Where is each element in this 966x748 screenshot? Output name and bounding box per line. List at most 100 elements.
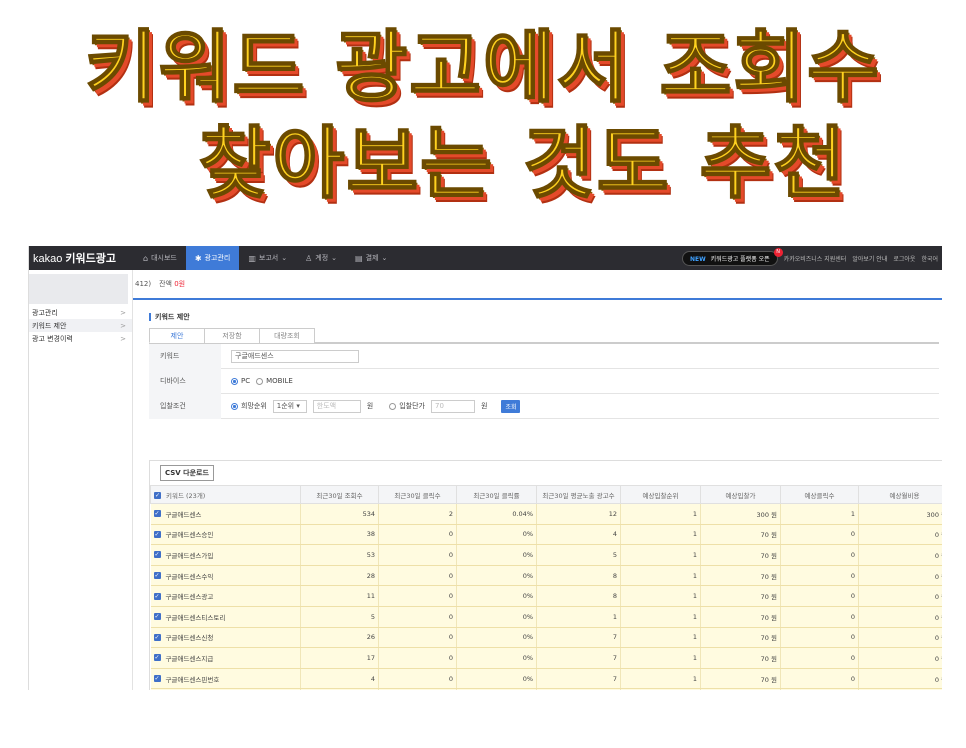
- metric-cell: 8: [536, 565, 621, 587]
- device-pc-radio[interactable]: PC: [231, 377, 250, 385]
- metric-cell: 1: [780, 503, 859, 525]
- table-row[interactable]: ✓구글애드센스승인3800%4170 원00 원: [150, 524, 942, 546]
- table-row[interactable]: ✓구글애드센스가입5300%5170 원00 원: [150, 544, 942, 566]
- nav-ad-management[interactable]: ✱ 광고관리: [185, 246, 240, 270]
- col-views[interactable]: 최근30일 조회수: [300, 485, 379, 504]
- bid-rank-select[interactable]: 1순위 ▾: [272, 399, 307, 413]
- chevron-down-icon: ⌄: [281, 254, 288, 262]
- account-selector[interactable]: [29, 274, 128, 304]
- balance-value: 0원: [174, 280, 186, 288]
- table-row[interactable]: ✓구글애드센스지급1700%7170 원00 원: [150, 647, 942, 669]
- checkbox-checked-icon[interactable]: ✓: [153, 551, 161, 559]
- title-marker: [149, 313, 151, 321]
- balance: 잔액 0원: [159, 280, 186, 288]
- search-button[interactable]: 조회: [501, 399, 521, 413]
- sidebar: 광고관리 > 키워드 제안 > 광고 변경이력 >: [29, 270, 133, 690]
- device-mobile-radio[interactable]: MOBILE: [256, 377, 293, 385]
- metric-cell: 0%: [456, 565, 537, 587]
- metric-cell: 0: [780, 524, 859, 546]
- nav-dashboard[interactable]: ⌂ 대시보드: [134, 246, 186, 270]
- tab-saved[interactable]: 저장함: [204, 328, 260, 343]
- keyword-text: 구글애드센스가입: [165, 551, 214, 560]
- bid-limit-input[interactable]: 한도액: [312, 399, 361, 413]
- col-ctr[interactable]: 최근30일 클릭률: [456, 485, 537, 504]
- nav-billing[interactable]: ▤ 결제 ⌄: [346, 246, 396, 270]
- table-row[interactable]: ✓구글애드센스핀번호400%7170 원00 원: [150, 668, 942, 690]
- metric-cell: 70 원: [700, 688, 781, 690]
- metric-cell: 0 원: [858, 585, 942, 607]
- col-est-rank[interactable]: 예상입찰순위: [620, 485, 701, 504]
- metric-cell: 70 원: [700, 668, 781, 690]
- link-language[interactable]: 한국어: [921, 254, 938, 263]
- promo-badge: N: [773, 247, 783, 257]
- col-est-cost[interactable]: 예상월비용: [858, 485, 942, 504]
- checkbox-checked-icon[interactable]: ✓: [153, 530, 161, 538]
- col-est-clicks[interactable]: 예상클릭수: [780, 485, 859, 504]
- keyword-cell: ✓ 구글애드센스: [150, 503, 301, 525]
- radio-unchecked-icon: [389, 402, 397, 410]
- metric-cell: 8: [536, 585, 621, 607]
- checkbox-checked-icon[interactable]: ✓: [153, 510, 161, 518]
- col-keyword[interactable]: ✓ 키워드 (23개): [150, 485, 301, 504]
- metric-cell: 0 원: [858, 627, 942, 649]
- table-row[interactable]: ✓구글애드센스티스토리500%1170 원00 원: [150, 606, 942, 628]
- checkbox-checked-icon[interactable]: ✓: [153, 592, 161, 600]
- keyword-cell: ✓구글애드센스세금: [150, 688, 301, 690]
- kakao-keyword-ad-app: kakao 키워드광고 ⌂ 대시보드 ✱ 광고관리 ▥ 보고서 ⌄ ♙ 계정 ⌄: [28, 246, 942, 690]
- radio-unchecked-icon: [256, 377, 264, 385]
- keyword-text: 구글애드센스티스토리: [165, 613, 226, 622]
- form-row-bid: 입찰조건 희망순위 1순위 ▾ 한도액 원 입찰단가 70 원 조회: [149, 393, 939, 419]
- checkbox-checked-icon[interactable]: ✓: [153, 675, 161, 683]
- bid-price-radio[interactable]: 입찰단가: [389, 401, 425, 411]
- tab-suggest[interactable]: 제안: [149, 328, 205, 343]
- search-form: 키워드 구글애드센스 디바이스 PC MOBILE 입찰조건 희망순위 1순위 …: [149, 343, 939, 419]
- sidebar-item-keyword-suggestion[interactable]: 키워드 제안 >: [29, 319, 132, 332]
- metric-cell: 26: [300, 627, 379, 649]
- bid-price-input[interactable]: 70: [430, 399, 475, 413]
- won-unit: 원: [366, 402, 374, 410]
- tab-bulk-query[interactable]: 대량조회: [259, 328, 315, 343]
- col-avg-ads[interactable]: 최근30일 평균노출 광고수: [536, 485, 621, 504]
- nav-account[interactable]: ♙ 계정 ⌄: [296, 246, 346, 270]
- checkbox-checked-icon[interactable]: ✓: [153, 613, 161, 621]
- col-est-bid[interactable]: 예상입찰가: [700, 485, 781, 504]
- nav-reports[interactable]: ▥ 보고서 ⌄: [239, 246, 296, 270]
- checkbox-checked-icon[interactable]: ✓: [154, 492, 161, 499]
- top-right-links: NEW 키워드광고 플랫폼 오픈 N 카카오비즈니스 지원센터 알아보기 안내 …: [681, 247, 942, 266]
- promo-pill[interactable]: NEW 키워드광고 플랫폼 오픈 N: [681, 247, 783, 266]
- col-clicks[interactable]: 최근30일 클릭수: [378, 485, 457, 504]
- sidebar-item-ad-management[interactable]: 광고관리 >: [29, 306, 132, 319]
- metric-cell: 38: [300, 524, 379, 546]
- chevron-down-icon: ⌄: [381, 254, 388, 262]
- checkbox-checked-icon[interactable]: ✓: [153, 654, 161, 662]
- link-guide[interactable]: 알아보기 안내: [852, 254, 887, 263]
- bid-rank-radio[interactable]: 희망순위: [231, 401, 267, 411]
- link-logout[interactable]: 로그아웃: [893, 254, 915, 263]
- sidebar-item-change-history[interactable]: 광고 변경이력 >: [29, 332, 132, 345]
- tab-bar: 제안 저장함 대량조회: [149, 328, 939, 343]
- metric-cell: 70 원: [700, 524, 781, 546]
- user-icon: ♙: [305, 253, 313, 263]
- table-row[interactable]: ✓구글애드센스신청2600%7170 원00 원: [150, 627, 942, 649]
- metric-cell: 0: [780, 544, 859, 566]
- metric-cell: 1: [620, 503, 701, 525]
- table-row[interactable]: ✓구글애드센스세금2000%8170 원00 원: [150, 688, 942, 690]
- table-row[interactable]: ✓구글애드센스53420.04%121300 원1300 원: [150, 503, 942, 525]
- checkbox-checked-icon[interactable]: ✓: [153, 572, 161, 580]
- radio-checked-icon: [231, 377, 238, 385]
- gear-icon: ✱: [194, 253, 202, 263]
- table-row[interactable]: ✓구글애드센스수익2800%8170 원00 원: [150, 565, 942, 587]
- metric-cell: 1: [620, 688, 701, 690]
- form-row-device: 디바이스 PC MOBILE: [149, 368, 939, 394]
- metric-cell: 0: [378, 565, 457, 587]
- brand-logo[interactable]: kakao 키워드광고: [29, 250, 134, 266]
- keyword-input[interactable]: 구글애드센스: [231, 349, 359, 363]
- checkbox-checked-icon[interactable]: ✓: [153, 633, 161, 641]
- link-support-center[interactable]: 카카오비즈니스 지원센터: [784, 254, 847, 263]
- csv-download-button[interactable]: CSV 다운로드: [160, 465, 214, 481]
- metric-cell: 4: [300, 668, 379, 690]
- radio-checked-icon: [231, 402, 238, 410]
- won-unit: 원: [480, 402, 488, 410]
- metric-cell: 0 원: [858, 544, 942, 566]
- table-row[interactable]: ✓구글애드센스광고1100%8170 원00 원: [150, 585, 942, 607]
